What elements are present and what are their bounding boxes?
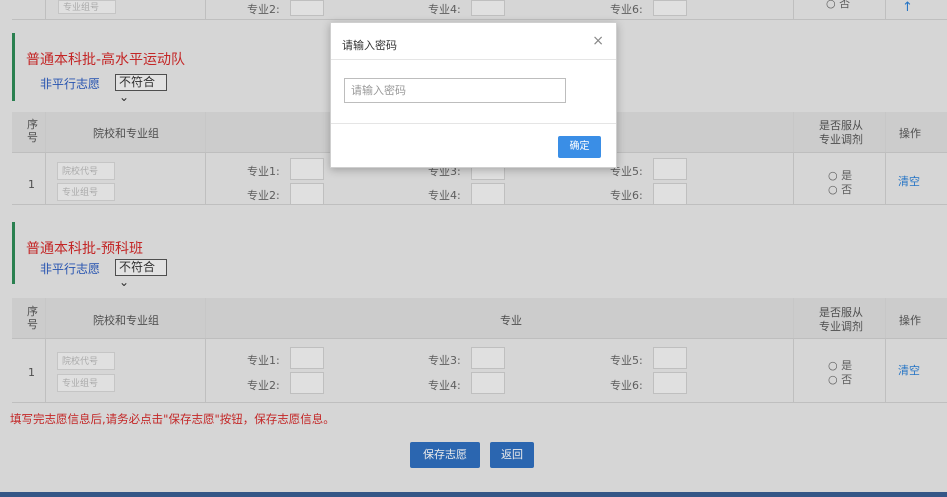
- password-dialog: 请输入密码 × 请输入密码 确定: [330, 22, 617, 168]
- divider: [331, 123, 616, 124]
- dialog-title: 请输入密码: [342, 39, 397, 52]
- divider: [331, 59, 616, 60]
- password-input[interactable]: 请输入密码: [344, 78, 566, 103]
- close-icon[interactable]: ×: [592, 33, 604, 49]
- page: 专业组号 专业2: 专业4: 专业6: ○ 否 ↑ 普通本科批-高水平运动队 非…: [0, 0, 947, 497]
- confirm-button[interactable]: 确定: [558, 136, 601, 158]
